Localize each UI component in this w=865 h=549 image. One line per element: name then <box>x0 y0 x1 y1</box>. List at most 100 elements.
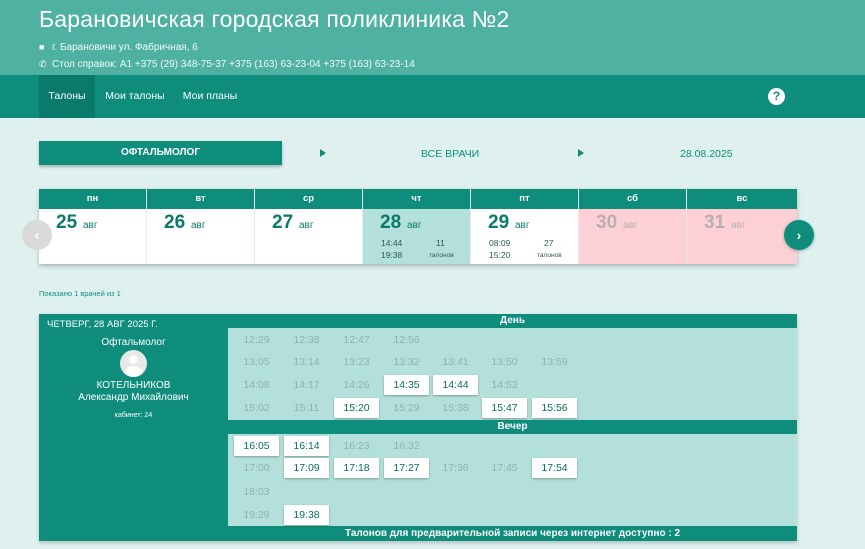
doctor-specialty: Офтальмолог <box>101 337 166 348</box>
last-time: 19:38 <box>381 250 403 260</box>
doctor-schedule: ЧЕТВЕРГ, 28 АВГ 2025 Г. Офтальмолог КОТЕ… <box>39 314 797 541</box>
phone-line: ✆ Стол справок: А1 +375 (29) 348-75-37 +3… <box>39 59 415 70</box>
time-slot-taken: 12:56 <box>393 334 420 346</box>
ticket-label: талонов <box>429 252 454 259</box>
avatar <box>120 350 147 377</box>
calendar-day[interactable]: пн 25 авг <box>39 189 147 264</box>
doctor-cabinet: кабинет: 24 <box>114 412 153 419</box>
time-slot-taken: 15:02 <box>243 402 270 414</box>
time-slot-taken: 14:53 <box>491 379 518 391</box>
day-number: 31 <box>704 212 726 233</box>
time-slot-free[interactable]: 17:27 <box>384 458 429 478</box>
day-number: 27 <box>272 212 294 233</box>
calendar-day[interactable]: ср 27 авг <box>255 189 363 264</box>
time-slot-taken: 17:00 <box>243 462 270 474</box>
day-month: авг <box>515 220 530 231</box>
time-slot-taken: 12:38 <box>293 334 320 346</box>
time-slot-free[interactable]: 15:56 <box>532 398 577 418</box>
building-icon: ■ <box>39 42 45 52</box>
calendar-day[interactable]: пт 29 авг 08:09 15:20 27 талонов <box>471 189 579 264</box>
address-text: г. Барановичи ул. Фабричная, 6 <box>52 42 198 53</box>
calendar-day-weekend: сб 30 авг <box>579 189 687 264</box>
phone-icon: ✆ <box>39 59 47 69</box>
day-name: чт <box>363 189 470 209</box>
last-time: 15:20 <box>489 250 511 260</box>
day-name: пн <box>39 189 146 209</box>
tab-my-talony[interactable]: Мои талоны <box>97 75 173 118</box>
tab-my-plans[interactable]: Мои планы <box>174 75 246 118</box>
time-slot-free[interactable]: 15:47 <box>482 398 527 418</box>
day-number: 29 <box>488 212 510 233</box>
availability-footer: Талонов для предварительной записи через… <box>228 526 797 541</box>
day-name: вс <box>687 189 797 209</box>
time-slot-free[interactable]: 14:44 <box>433 375 478 395</box>
time-slot-free[interactable]: 19:38 <box>284 505 329 525</box>
time-slot-taken: 17:36 <box>442 462 469 474</box>
day-month: авг <box>623 220 638 231</box>
day-name: пт <box>471 189 578 209</box>
time-slot-free[interactable]: 14:35 <box>384 375 429 395</box>
time-slot-taken: 14:08 <box>243 379 270 391</box>
avatar-body <box>124 366 143 377</box>
week-calendar: пн 25 авг вт 26 авг ср 27 авг чт 28 авг … <box>39 189 797 264</box>
time-slot-taken: 19:29 <box>243 509 270 521</box>
time-slot-free[interactable]: 16:14 <box>284 436 329 456</box>
doctor-last-name: КОТЕЛЬНИКОВ <box>96 380 171 391</box>
day-number: 30 <box>596 212 618 233</box>
avatar-head <box>129 355 138 364</box>
day-number: 25 <box>56 212 78 233</box>
time-slot-free[interactable]: 17:18 <box>334 458 379 478</box>
time-slot-taken: 12:29 <box>243 334 270 346</box>
day-name: вт <box>147 189 254 209</box>
time-slot-taken: 14:26 <box>343 379 370 391</box>
schedule-date: ЧЕТВЕРГ, 28 АВГ 2025 Г. <box>47 319 158 330</box>
shown-count: Показано 1 врачей из 1 <box>39 289 121 298</box>
address-line: ■ г. Барановичи ул. Фабричная, 6 <box>39 42 198 53</box>
time-slot-free[interactable]: 15:20 <box>334 398 379 418</box>
evening-section-header: Вечер <box>228 420 797 434</box>
time-slot-taken: 13:32 <box>393 356 420 368</box>
time-slot-taken: 13:14 <box>293 356 320 368</box>
main-nav: Талоны Мои талоны Мои планы <box>0 75 865 118</box>
time-slot-free[interactable]: 16:05 <box>234 436 279 456</box>
page-title: Барановичская городская поликлиника №2 <box>39 6 510 32</box>
time-slot-taken: 16:23 <box>343 440 370 452</box>
next-week-button[interactable]: › <box>784 220 814 250</box>
day-month: авг <box>299 220 314 231</box>
help-icon[interactable]: ? <box>768 88 785 105</box>
first-time: 08:09 <box>489 238 511 248</box>
time-slot-taken: 13:50 <box>491 356 518 368</box>
specialty-button[interactable]: ОФТАЛЬМОЛОГ <box>39 141 282 165</box>
doctor-first-name: Александр Михайлович <box>78 392 189 403</box>
site-header: Барановичская городская поликлиника №2 ■… <box>0 0 865 75</box>
time-slot-taken: 17:45 <box>491 462 518 474</box>
time-slot-taken: 15:11 <box>293 402 320 414</box>
day-month: авг <box>731 220 746 231</box>
calendar-day-selected[interactable]: чт 28 авг 14:44 19:38 11 талонов <box>363 189 471 264</box>
tab-talony[interactable]: Талоны <box>39 75 95 118</box>
time-slot-taken: 12:47 <box>343 334 370 346</box>
time-slot-taken: 16:32 <box>393 440 420 452</box>
day-month: авг <box>83 220 98 231</box>
calendar-day[interactable]: вт 26 авг <box>147 189 255 264</box>
day-name: сб <box>579 189 686 209</box>
time-slot-taken: 13:41 <box>442 356 469 368</box>
day-section-header: День <box>228 314 797 328</box>
arrow-right-icon <box>578 149 584 157</box>
ticket-label: талонов <box>537 252 562 259</box>
ticket-count: 11 <box>436 238 445 248</box>
day-number: 28 <box>380 212 402 233</box>
prev-week-button[interactable]: ‹ <box>22 220 52 250</box>
time-slot-taken: 13:23 <box>343 356 370 368</box>
time-slot-taken: 18:03 <box>243 486 270 498</box>
time-slot-taken: 15:29 <box>393 402 420 414</box>
phone-text: Стол справок: А1 +375 (29) 348-75-37 +37… <box>52 59 415 70</box>
date-filter[interactable]: 28.08.2025 <box>680 148 733 160</box>
time-slot-free[interactable]: 17:54 <box>532 458 577 478</box>
first-time: 14:44 <box>381 238 403 248</box>
doctors-filter[interactable]: ВСЕ ВРАЧИ <box>421 148 479 160</box>
calendar-day-weekend: вс 31 авг <box>687 189 797 264</box>
time-slot-free[interactable]: 17:09 <box>284 458 329 478</box>
time-slot-taken: 13:05 <box>243 356 270 368</box>
day-month: авг <box>191 220 206 231</box>
